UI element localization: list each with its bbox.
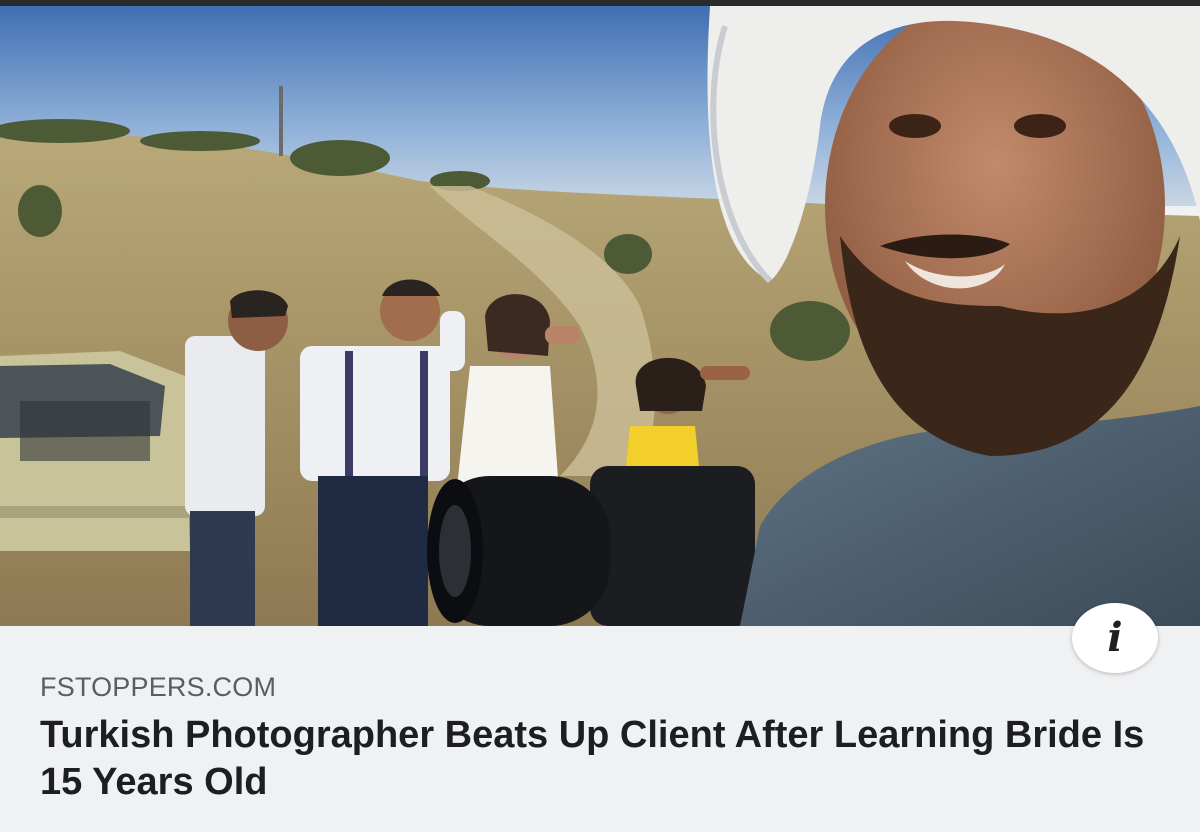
camera — [427, 466, 755, 626]
preview-image[interactable] — [0, 6, 1200, 626]
source-domain: FSTOPPERS.COM — [40, 672, 277, 702]
selfie-photo — [0, 6, 1200, 626]
link-caption[interactable]: FSTOPPERS.COM Turkish Photographer Beats… — [40, 664, 1160, 806]
info-button[interactable]: i — [1072, 603, 1158, 673]
link-preview-card[interactable]: i FSTOPPERS.COM Turkish Photographer Bea… — [0, 0, 1200, 832]
utility-pole — [279, 86, 283, 156]
article-headline[interactable]: Turkish Photographer Beats Up Client Aft… — [40, 712, 1160, 806]
car — [0, 351, 190, 551]
info-icon: i — [1107, 614, 1123, 661]
